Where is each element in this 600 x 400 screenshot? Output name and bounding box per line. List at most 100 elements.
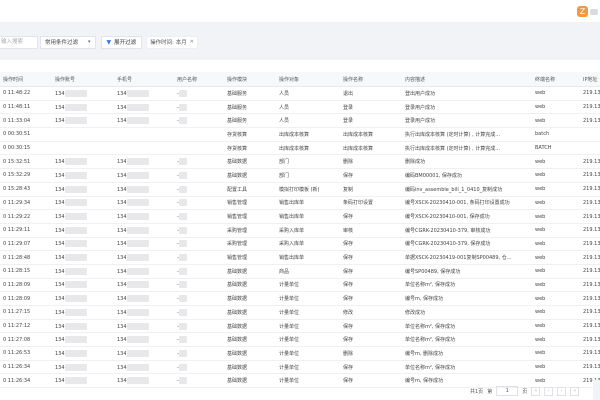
cell-text: web xyxy=(535,281,546,288)
cell-object: 销售出库单 xyxy=(276,196,340,211)
column-header-module[interactable]: 操作模块 xyxy=(224,72,276,87)
table-row[interactable]: 0 11:29:22 134 134 - 销售管理 销售出库单 保存 编号XSCK-20230… xyxy=(0,209,600,224)
cell-text: 134 xyxy=(117,378,127,385)
table-row[interactable]: 0 11:48:22 134 134 - 基础服务 人员 退出 登出用户成功 web 219.13 xyxy=(0,86,600,101)
cell-text: 0 11:29:22 xyxy=(3,213,31,220)
cell-text: 219.13 xyxy=(583,186,600,193)
column-header-account[interactable]: 操作账号 xyxy=(52,72,114,87)
cell-text: 销售管理 xyxy=(227,214,248,221)
cell-module: 基础数据 xyxy=(224,305,276,320)
user-avatar[interactable]: Z xyxy=(577,6,588,17)
table-row[interactable]: 0 00:30:51 存货核算 出库成本核算 出库成本核算 执行出库成本核算 (定时计算… xyxy=(0,127,600,142)
cell-user: - xyxy=(174,100,224,115)
column-header-desc[interactable]: 内容描述 xyxy=(402,72,532,87)
redacted-mask xyxy=(178,103,187,111)
redacted-mask xyxy=(64,308,87,316)
cell-ip: 219.13 xyxy=(580,223,600,238)
table-row[interactable]: 0 11:27:08 134 134 - 基础数据 计量单位 保存 单位名称m², 保存成功 w… xyxy=(0,332,600,348)
cell-text: 编码inv_assemble_bill_1_0410_复制成功 xyxy=(405,186,503,193)
cell-time: 0 11:28:15 xyxy=(0,264,52,279)
first-page-icon[interactable]: « xyxy=(531,386,541,396)
cell-text: 0 11:29:11 xyxy=(3,227,31,234)
table-row[interactable]: 0 11:27:15 134 134 - 基础数据 计量单位 修改 修改成功 web 219.13 xyxy=(0,305,600,320)
cell-action: 退出 xyxy=(340,86,402,101)
expand-filter-button[interactable]: ▼ 展开过滤 xyxy=(100,35,143,49)
table-row[interactable]: 0 11:28:09 134 134 - 基础数据 计量单位 保存 单位名称m², 保存成功 w… xyxy=(0,278,600,293)
cell-phone: 134 xyxy=(114,113,174,129)
cell-text: 保存 xyxy=(343,255,354,262)
cell-text: 134 xyxy=(117,268,127,275)
table-row[interactable]: 0 11:26:53 134 134 - 基础数据 计量单位 删除 编号m, 删除成功 web 2… xyxy=(0,346,600,361)
redacted-mask xyxy=(178,254,187,262)
table-row[interactable]: 0 15:28:43 134 134 - 配置工具 模拟打印模板 (新) 复制 编码inv_a… xyxy=(0,182,600,197)
cell-time: 0 11:29:22 xyxy=(0,209,52,224)
redacted-mask xyxy=(64,336,87,344)
cell-text: 134 xyxy=(55,364,65,371)
cell-user: - xyxy=(174,154,224,170)
cell-text: 219.13 xyxy=(583,254,600,261)
prev-page-icon[interactable]: ‹ xyxy=(544,386,554,396)
table-row[interactable]: 0 11:48:11 134 134 - 基础服务 人员 登录 登录用户成功 web 219.13 xyxy=(0,100,600,115)
cell-user xyxy=(174,127,224,142)
cell-ip: 219.13 xyxy=(580,237,600,252)
column-header-object[interactable]: 操作对象 xyxy=(276,72,340,87)
search-input[interactable]: 输入搜索 xyxy=(0,35,38,49)
table-row[interactable]: 0 15:32:29 134 134 - 基础数据 部门 保存 编码BM00001, 保存成功… xyxy=(0,168,600,183)
cell-text: 基础数据 xyxy=(227,337,248,344)
page-number-input[interactable]: 1 xyxy=(496,386,519,396)
cell-ip: 219.13 xyxy=(580,209,600,224)
cell-text: 单位名称m², 保存成功 xyxy=(405,323,456,330)
redacted-mask xyxy=(126,377,149,385)
redacted-mask xyxy=(178,363,187,371)
cell-time: 0 11:27:12 xyxy=(0,319,52,334)
column-header-phone[interactable]: 手机号 xyxy=(114,72,174,87)
cell-account: 134 xyxy=(52,100,114,115)
cell-module: 采购管理 xyxy=(224,223,276,238)
table-row[interactable]: 0 15:32:51 134 134 - 基础数据 部门 删除 删除成功 web 219.13 xyxy=(0,154,600,170)
cell-text: web xyxy=(535,336,546,343)
cell-desc: 编号CGRK-20230410-379, 保存成功 xyxy=(402,237,532,252)
last-page-icon[interactable]: » xyxy=(570,386,580,396)
cell-text: 编号XSCK-20230410-001, 保存成功 xyxy=(405,214,490,221)
common-filter-dropdown[interactable]: 常用条件过滤 ▾ xyxy=(40,35,96,49)
redacted-mask xyxy=(64,267,87,275)
filter-tag-time[interactable]: 操作时间: 本月 ✕ xyxy=(146,35,198,49)
redacted-mask xyxy=(64,295,87,303)
cell-phone: 134 xyxy=(114,209,174,224)
redacted-mask xyxy=(126,226,149,234)
cell-terminal: web xyxy=(532,86,580,101)
close-icon[interactable]: ✕ xyxy=(190,39,194,45)
table-row[interactable]: 0 00:30:15 存货核算 出库成本核算 出库成本核算 执行出库成本核算 (定时计算… xyxy=(0,141,600,156)
table-row[interactable]: 0 11:29:34 134 134 - 销售管理 销售出库单 条码打印设置 编号XSCK-2… xyxy=(0,196,600,211)
redacted-mask xyxy=(126,240,149,248)
menu-icon[interactable] xyxy=(590,9,598,15)
cell-ip: 219.13 xyxy=(580,154,600,170)
cell-action: 修改 xyxy=(340,305,402,320)
table-row[interactable]: 0 11:27:12 134 134 - 基础数据 计量单位 保存 单位名称m², 保存成功 w… xyxy=(0,319,600,334)
cell-text: web xyxy=(535,158,546,165)
table-row[interactable]: 0 11:28:15 134 134 - 基础数据 商品 保存 编号SP00489, 保存成功… xyxy=(0,264,600,279)
cell-text: 134 xyxy=(55,118,65,125)
column-header-action[interactable]: 操作名称 xyxy=(340,72,402,87)
next-page-icon[interactable]: › xyxy=(557,386,567,396)
table-row[interactable]: 0 11:33:04 134 134 - 基础服务 人员 登录 登录用户成功 web 219.13 xyxy=(0,113,600,129)
cell-text: 134 xyxy=(117,255,127,262)
column-header-time[interactable]: 操作时间 xyxy=(0,72,52,87)
cell-text: 0 11:27:12 xyxy=(3,323,31,330)
column-header-ip[interactable]: IP地址 xyxy=(580,72,600,87)
cell-desc: 单位名称m², 保存成功 xyxy=(402,360,532,375)
cell-text: 0 11:26:53 xyxy=(3,350,31,357)
cell-action: 保存 xyxy=(340,291,402,306)
table-row[interactable]: 0 11:29:11 134 134 - 采购管理 采购入库单 审核 编号CGRK-20230… xyxy=(0,223,600,238)
cell-text: 条码打印设置 xyxy=(343,200,374,207)
table-row[interactable]: 0 11:28:48 134 134 - 销售管理 销售出库单 保存 单据XSCK-20230… xyxy=(0,250,600,265)
cell-desc: 编码BM00001, 保存成功 xyxy=(402,168,532,183)
column-header-terminal[interactable]: 终端名称 xyxy=(532,72,580,87)
table-row[interactable]: 0 11:28:09 134 134 - 基础数据 计量单位 保存 编号m, 保存成功 web 2… xyxy=(0,291,600,306)
cell-text: 计量单位 xyxy=(279,350,300,357)
redacted-mask xyxy=(178,295,187,303)
table-row[interactable]: 0 11:29:07 134 134 - 采购管理 采购入库单 保存 编号CGRK-20230… xyxy=(0,237,600,252)
cell-text: 计量单位 xyxy=(279,323,300,330)
table-row[interactable]: 0 11:26:34 134 134 - 基础数据 计量单位 保存 单位名称m², 保存成功 w… xyxy=(0,360,600,375)
column-header-user[interactable]: 用户名称 xyxy=(174,72,224,87)
